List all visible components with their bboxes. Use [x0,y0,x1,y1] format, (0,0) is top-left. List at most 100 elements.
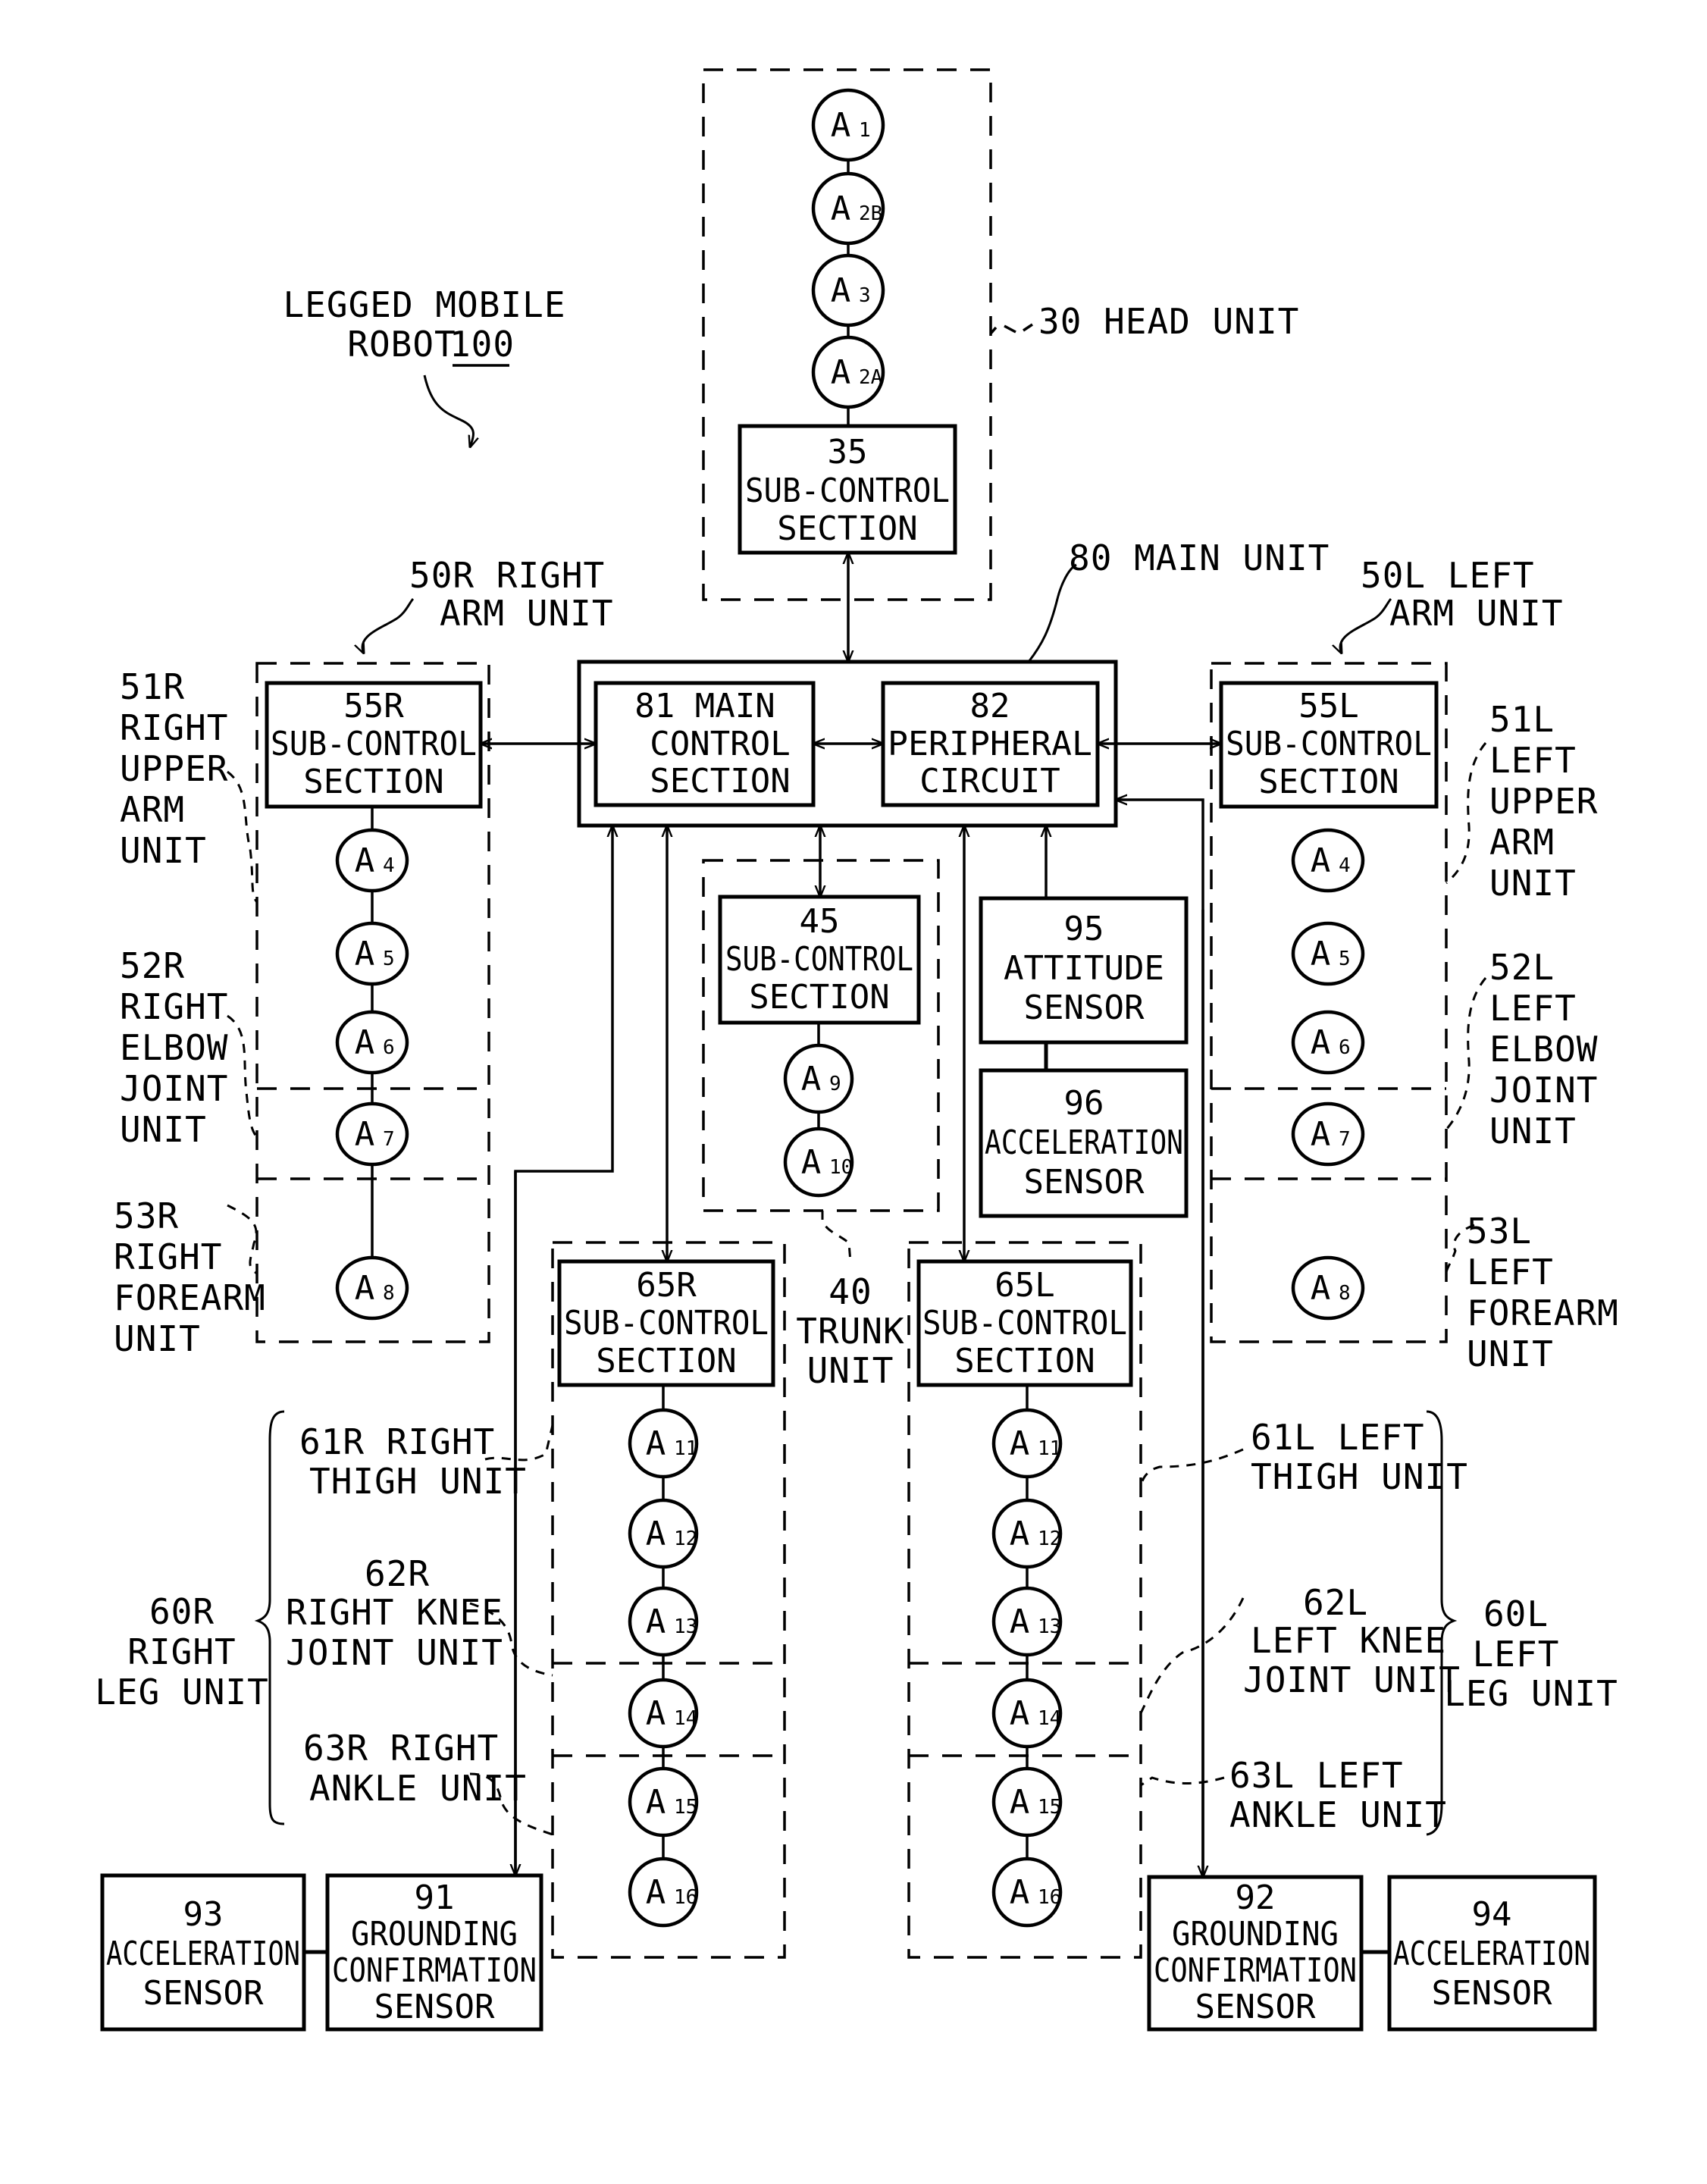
right_forearm-label-line: 53R [114,1195,179,1236]
actuator-letter: A [1311,841,1331,880]
actuator-letter: A [355,841,375,880]
right-knee-label-1: 62R [365,1553,430,1594]
right-ankle-label-1: 63R RIGHT [303,1728,499,1769]
left-knee-label-3: JOINT UNIT [1243,1659,1461,1700]
actuator-letter: A [1311,1115,1331,1154]
actuator-letter: A [646,1694,666,1733]
main-leader [1027,563,1077,663]
left-arm-label-1: 50L LEFT [1361,555,1535,596]
box-95-line1: 95 [1064,910,1104,948]
box-92-line1: 92 [1236,1878,1276,1917]
left-ankle-label-2: ANKLE UNIT [1229,1794,1447,1835]
box-82-line1: 82 [970,687,1010,725]
actuator-trunk-10: A 10 [783,1126,854,1198]
right-arm-label-2: ARM UNIT [440,593,614,634]
actuator-index: 8 [1339,1282,1351,1305]
leader-62L [1139,1597,1245,1714]
actuator-index: 5 [1339,948,1351,970]
box-93-line1: 93 [183,1895,224,1934]
actuator-head-2A: A 2A [811,335,885,409]
head-unit-label: 30 HEAD UNIT [1038,301,1299,342]
leader-63L [1140,1776,1225,1787]
actuator-index: 11 [674,1437,697,1460]
right_forearm-label-line: UNIT [114,1318,201,1359]
attitude-acceleration-sensors: 95 ATTITUDE SENSOR 96 ACCELERATION SENSO… [979,896,1189,1218]
leader-52L [1445,977,1487,1130]
actuator-index: 7 [383,1128,395,1151]
actuator-letter: A [646,1783,666,1822]
actuator-index: 16 [674,1886,697,1909]
title-line2: ROBOT [347,324,456,365]
right-leg-labels: 61R RIGHT THIGH UNIT 62R RIGHT KNEE JOIN… [95,1410,554,1836]
actuator-right_arm-6: A6 [335,1010,409,1075]
box-91-line3: CONFIRMATION [332,1951,537,1990]
box-91-line4: SENSOR [374,1988,495,2026]
right_upper_arm-label-line: 51R [120,666,185,707]
actuator-index: 13 [1038,1615,1061,1638]
right_upper_arm-label-line: UNIT [120,830,207,871]
left-leg-label-1: 60L [1483,1593,1549,1634]
box-95-line3: SENSOR [1024,989,1145,1027]
actuator-left_arm-5: A5 [1291,921,1365,986]
left_forearm-label-line: 53L [1467,1211,1532,1252]
box-65R-line2: SUB-CONTROL [564,1304,769,1343]
right_elbow-label-line: RIGHT [120,986,228,1027]
leader-51L [1445,742,1487,885]
actuator-letter: A [1010,1424,1030,1463]
actuator-index: 7 [1339,1128,1351,1151]
left_upper_arm-label-line: LEFT [1489,740,1577,781]
left_elbow-label-line: 52L [1489,947,1555,988]
left_elbow-label-line: JOINT [1489,1070,1598,1111]
right-arm-pointer [362,597,415,653]
actuator-right_leg-11: A 11 [628,1408,699,1479]
box-55L-line2: SUB-CONTROL [1226,725,1432,763]
right-leg-unit: 65R SUB-CONTROL SECTION A 11A 12A 13A 14A 15A… [551,1241,786,1959]
right-arm-unit: 55R SUB-CONTROL SECTION A 4A 5A 6A 7A 8 50R R… [255,555,614,1343]
actuator-index: 3 [859,284,871,307]
actuator-right_arm-8: A8 [335,1255,409,1321]
left_upper_arm-label-line: UNIT [1489,863,1577,904]
right-arm-label-1: 50R RIGHT [409,555,605,596]
trunk-label-2: TRUNK [796,1311,904,1352]
right-knee-label-2: RIGHT KNEE [286,1592,503,1633]
actuator-left_arm-4: A4 [1291,828,1365,893]
actuator-letter: A [1010,1783,1030,1822]
right-knee-label-3: JOINT UNIT [286,1632,503,1673]
title-pointer-arrow [423,374,473,447]
actuator-letter: A [355,935,375,973]
right_upper_arm-label-line: ARM [120,789,185,830]
actuator-left_leg-14: A 14 [991,1678,1063,1749]
actuator-right_leg-12: A 12 [628,1498,699,1569]
left_upper_arm-label-line: ARM [1489,822,1555,863]
leader-51R [227,770,258,904]
box-65L-line3: SECTION [954,1342,1095,1380]
left_forearm-label-line: UNIT [1467,1333,1554,1374]
box-91-line1: 91 [415,1878,455,1917]
head-unit: A 1A 2BA 3A 2A 35 SUB-CONTROL SECTION 30 HEA… [702,68,1299,601]
actuator-left_arm-7: A7 [1291,1101,1365,1167]
box-55R-line3: SECTION [303,763,443,801]
actuator-right_arm-7: A7 [335,1101,409,1167]
actuator-letter: A [801,1060,822,1098]
actuator-right_leg-14: A 14 [628,1678,699,1749]
leader-61R [484,1424,554,1462]
actuator-index: 15 [1038,1796,1061,1819]
actuator-right_leg-13: A 13 [628,1586,699,1657]
actuator-index: 4 [1339,854,1351,877]
actuator-letter: A [355,1115,375,1154]
actuator-letter: A [1311,1269,1331,1308]
box-94-line1: 94 [1472,1895,1512,1934]
actuator-left_arm-6: A6 [1291,1010,1365,1075]
actuator-index: 11 [1038,1437,1061,1460]
left_elbow-label-line: LEFT [1489,988,1577,1029]
box-93-line2: ACCELERATION [106,1935,300,1973]
right_elbow-label-line: UNIT [120,1109,207,1150]
actuator-index: 1 [859,119,871,142]
right-leg-brace [254,1410,285,1825]
box-55R-line1: 55R [343,687,404,725]
box-92-line3: CONFIRMATION [1154,1951,1357,1990]
box-65L-line1: 65L [994,1266,1054,1305]
right-arm-sublabels: 51RRIGHTUPPERARMUNIT 52RRIGHTELBOWJOINTU… [114,666,265,1359]
left-arm-label-2: ARM UNIT [1389,593,1564,634]
actuator-letter: A [1010,1603,1030,1641]
